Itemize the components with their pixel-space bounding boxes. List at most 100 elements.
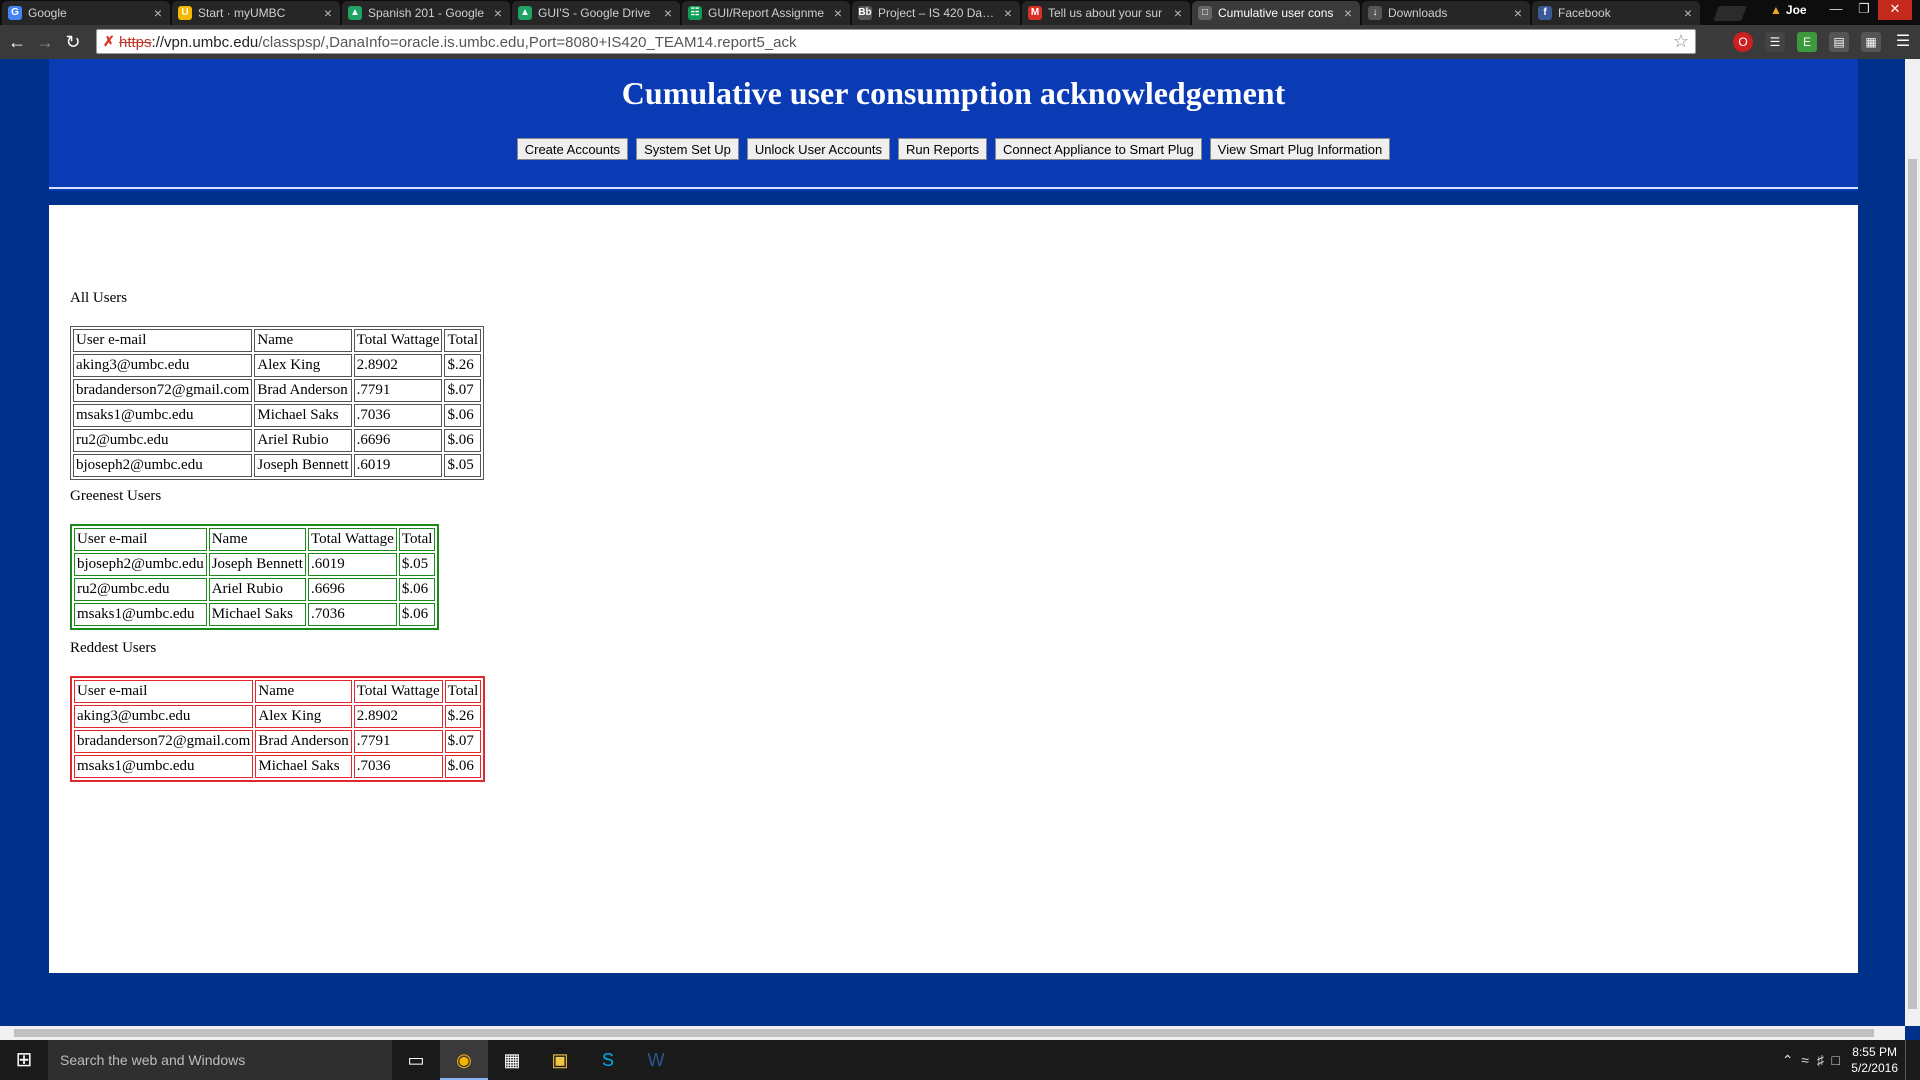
tab-favicon-icon: □ [1198, 6, 1212, 20]
browser-tab[interactable]: ▲ GUI'S - Google Drive × [512, 1, 680, 25]
profile-button[interactable]: ▲ Joe [1770, 3, 1807, 17]
name-cell: Brad Anderson [255, 730, 352, 753]
name-cell: Joseph Bennett [254, 454, 352, 477]
tab-title: Cumulative user cons [1218, 6, 1334, 20]
windows-start-icon[interactable]: ⊞ [0, 1040, 48, 1080]
tab-strip: ▲ Joe — ❐ ✕ G Google × U Start · myUMBC × ▲ Span… [0, 0, 1920, 25]
browser-tab[interactable]: M Tell us about your sur × [1022, 1, 1190, 25]
evernote-extension-icon[interactable]: E [1797, 32, 1817, 52]
back-icon[interactable]: ← [6, 31, 28, 53]
table-row: bradanderson72@gmail.com Brad Anderson .… [73, 379, 482, 402]
view-smart-plug-button[interactable]: View Smart Plug Information [1209, 138, 1391, 160]
browser-tab[interactable]: G Google × [2, 1, 170, 25]
header-cell: Total Wattage [353, 680, 443, 703]
header-cell: Name [255, 680, 352, 703]
chrome-icon[interactable]: ◉ [440, 1040, 488, 1080]
system-set-up-button[interactable]: System Set Up [636, 138, 739, 160]
close-window-button[interactable]: ✕ [1878, 0, 1912, 20]
url-text[interactable]: https://vpn.umbc.edu/classpsp/,DanaInfo=… [119, 34, 797, 51]
vertical-scroll-thumb[interactable] [1908, 159, 1917, 1009]
bookmark-star-icon[interactable]: ☆ [1673, 31, 1689, 52]
tab-close-icon[interactable]: × [324, 1, 332, 25]
notification-icon[interactable]: □ [1832, 1052, 1840, 1068]
email-cell: ru2@umbc.edu [73, 429, 253, 452]
calculator-icon[interactable]: ▦ [488, 1040, 536, 1080]
tab-close-icon[interactable]: × [1684, 1, 1692, 25]
horizontal-scroll-thumb[interactable] [14, 1029, 1874, 1037]
email-cell: bjoseph2@umbc.edu [73, 454, 253, 477]
table-row: msaks1@umbc.edu Michael Saks .7036 $.06 [74, 755, 482, 778]
wattage-cell: 2.8902 [353, 705, 443, 728]
skype-icon[interactable]: S [584, 1040, 632, 1080]
total-cell: $.26 [444, 354, 482, 377]
tab-close-icon[interactable]: × [1514, 1, 1522, 25]
run-reports-button[interactable]: Run Reports [898, 138, 987, 160]
tab-title: GUI'S - Google Drive [538, 6, 651, 20]
wattage-cell: .6696 [353, 429, 443, 452]
email-cell: bjoseph2@umbc.edu [74, 553, 207, 576]
address-bar[interactable]: ✗ https://vpn.umbc.edu/classpsp/,DanaInf… [96, 29, 1696, 54]
tab-title: Google [28, 6, 67, 20]
vertical-scrollbar[interactable] [1905, 59, 1920, 1026]
tab-close-icon[interactable]: × [834, 1, 842, 25]
wattage-cell: .6019 [307, 553, 397, 576]
opera-extension-icon[interactable]: O [1733, 32, 1753, 52]
table-row: msaks1@umbc.edu Michael Saks .7036 $.06 [74, 603, 436, 626]
wifi-icon[interactable]: ≈ [1801, 1052, 1809, 1068]
connect-appliance-button[interactable]: Connect Appliance to Smart Plug [994, 138, 1202, 160]
header-cell: Total Wattage [353, 329, 443, 352]
page-header: Cumulative user consumption acknowledgem… [49, 59, 1858, 191]
email-cell: bradanderson72@gmail.com [74, 730, 254, 753]
minimize-button[interactable]: — [1822, 0, 1850, 20]
tab-close-icon[interactable]: × [494, 1, 502, 25]
unlock-user-accounts-button[interactable]: Unlock User Accounts [746, 138, 890, 160]
browser-tab[interactable]: □ Cumulative user cons × [1192, 1, 1360, 25]
new-tab-button[interactable] [1713, 6, 1747, 21]
show-desktop-button[interactable] [1905, 1040, 1920, 1080]
word-icon[interactable]: W [632, 1040, 680, 1080]
table-header-row: User e-mail Name Total Wattage Total [74, 528, 436, 551]
tab-close-icon[interactable]: × [1174, 1, 1182, 25]
insecure-lock-icon[interactable]: ✗ [103, 33, 117, 49]
browser-tab[interactable]: ▲ Spanish 201 - Google × [342, 1, 510, 25]
horizontal-scrollbar[interactable] [0, 1026, 1905, 1040]
file-explorer-icon[interactable]: ▣ [536, 1040, 584, 1080]
page-title: Cumulative user consumption acknowledgem… [621, 75, 1286, 111]
restore-button[interactable]: ❐ [1850, 0, 1878, 20]
extension-icon-2[interactable]: ▤ [1829, 32, 1849, 52]
table-header-row: User e-mail Name Total Wattage Total [73, 329, 482, 352]
clock[interactable]: 8:55 PM 5/2/2016 [1851, 1044, 1898, 1076]
browser-tab[interactable]: U Start · myUMBC × [172, 1, 340, 25]
extension-icon[interactable]: ☰ [1765, 32, 1785, 52]
header-cell: User e-mail [74, 528, 207, 551]
table-row: ru2@umbc.edu Ariel Rubio .6696 $.06 [73, 429, 482, 452]
extension-icon-3[interactable]: ▦ [1861, 32, 1881, 52]
tab-close-icon[interactable]: × [1344, 1, 1352, 25]
warning-icon: ▲ [1770, 3, 1782, 17]
tab-close-icon[interactable]: × [1004, 1, 1012, 25]
tab-close-icon[interactable]: × [154, 1, 162, 25]
wattage-cell: .7791 [353, 730, 443, 753]
name-cell: Ariel Rubio [254, 429, 352, 452]
forward-icon[interactable]: → [34, 31, 56, 53]
menu-icon[interactable]: ☰ [1893, 32, 1913, 52]
tab-favicon-icon: ▲ [348, 6, 362, 20]
tab-close-icon[interactable]: × [664, 1, 672, 25]
volume-icon[interactable]: ♯ [1817, 1052, 1824, 1068]
reddest-users-table: User e-mail Name Total Wattage Total aki… [70, 676, 486, 782]
total-cell: $.05 [398, 553, 436, 576]
browser-tab[interactable]: Bb Project – IS 420 Datab × [852, 1, 1020, 25]
table-row: aking3@umbc.edu Alex King 2.8902 $.26 [73, 354, 482, 377]
browser-tab[interactable]: ☷ GUI/Report Assignme × [682, 1, 850, 25]
create-accounts-button[interactable]: Create Accounts [516, 138, 629, 160]
total-cell: $.06 [398, 603, 436, 626]
chevron-up-icon[interactable]: ⌃ [1782, 1052, 1794, 1068]
wattage-cell: .7036 [307, 603, 397, 626]
clock-date: 5/2/2016 [1851, 1061, 1898, 1075]
browser-tab[interactable]: f Facebook × [1532, 1, 1700, 25]
taskbar-search-box[interactable]: Search the web and Windows [48, 1040, 392, 1080]
task-view-icon[interactable]: ▭ [392, 1040, 440, 1080]
browser-tab[interactable]: ↓ Downloads × [1362, 1, 1530, 25]
total-cell: $.26 [444, 705, 482, 728]
reload-icon[interactable]: ↻ [62, 31, 84, 53]
